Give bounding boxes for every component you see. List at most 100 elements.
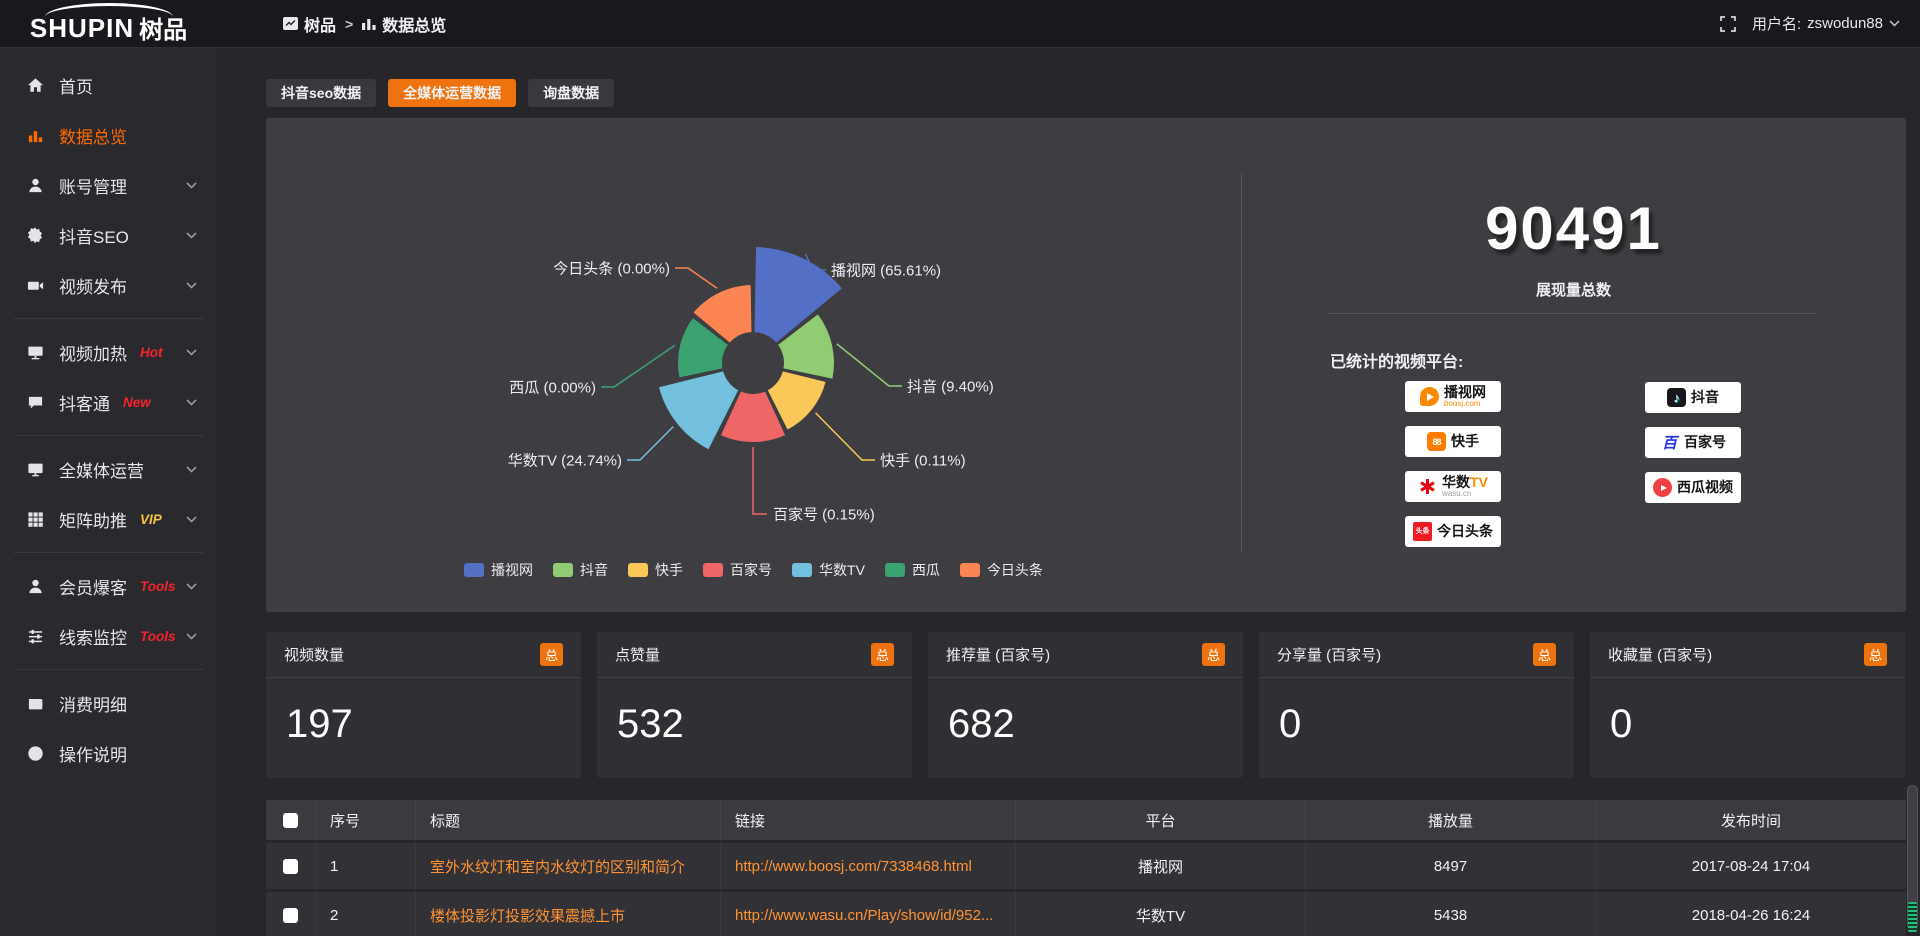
platform-badge-华数TV: 华数TVwasu.cn xyxy=(1405,471,1501,502)
sidebar-item-消费明细[interactable]: 消费明细 xyxy=(0,678,217,728)
sidebar-item-账号管理[interactable]: 账号管理 xyxy=(0,160,217,210)
sidebar-item-badge: Hot xyxy=(140,345,163,360)
card-value: 682 xyxy=(928,678,1243,747)
row-checkbox[interactable] xyxy=(283,859,298,874)
video-title-link[interactable]: 室外水纹灯和室内水纹灯的区别和简介 xyxy=(430,856,685,877)
cell-time: 2017-08-24 17:04 xyxy=(1596,843,1906,889)
sidebar-item-视频发布[interactable]: 视频发布 xyxy=(0,260,217,310)
breadcrumb-item[interactable]: 数据总览 xyxy=(362,12,446,36)
cell-platform: 华数TV xyxy=(1016,892,1306,936)
column-header-序号: 序号 xyxy=(316,800,416,840)
sidebar-divider xyxy=(14,435,203,436)
kuaishou-logo-icon: 88 xyxy=(1427,432,1446,451)
boosj-logo-icon xyxy=(1420,387,1439,406)
video-table: 序号标题链接平台播放量发布时间1室外水纹灯和室内水纹灯的区别和简介http://… xyxy=(266,800,1906,936)
cell-index: 2 xyxy=(316,892,416,936)
legend-item-百家号[interactable]: 百家号 xyxy=(703,560,772,580)
sidebar-item-label: 线索监控 xyxy=(59,624,127,649)
select-all-checkbox[interactable] xyxy=(283,813,298,828)
sidebar-item-label: 账号管理 xyxy=(59,173,127,198)
sidebar: 首页数据总览账号管理抖音SEO 视频发布视频加热 Hot 抖客通New 全媒体运营矩阵助… xyxy=(0,48,217,936)
legend-item-今日头条[interactable]: 今日头条 xyxy=(960,560,1043,580)
platform-badge-今日头条: 头条今日头条 xyxy=(1405,516,1501,547)
sidebar-item-会员爆客[interactable]: 会员爆客Tools xyxy=(0,561,217,611)
legend-label: 华数TV xyxy=(819,560,865,580)
tab-全媒体运营数据[interactable]: 全媒体运营数据 xyxy=(388,79,516,107)
sidebar-item-label: 首页 xyxy=(59,73,93,98)
pie-svg xyxy=(266,118,1241,612)
legend-label: 百家号 xyxy=(730,560,772,580)
chevron-down-icon xyxy=(1889,20,1900,27)
sidebar-item-线索监控[interactable]: 线索监控Tools xyxy=(0,611,217,661)
legend-item-播视网[interactable]: 播视网 xyxy=(464,560,533,580)
stat-card-点赞量: 点赞量总532 xyxy=(597,632,912,778)
video-url-link[interactable]: http://www.boosj.com/7338468.html xyxy=(735,858,972,875)
toutiao-logo-icon: 头条 xyxy=(1413,522,1432,541)
doc-chart-icon xyxy=(283,17,298,30)
card-value: 532 xyxy=(597,678,912,747)
svg-text:?: ? xyxy=(32,748,38,759)
rose-pie-chart: 播视网抖音快手百家号华数TV西瓜今日头条 播视网 (65.61%)抖音 (9.4… xyxy=(266,118,1241,612)
sidebar-item-label: 视频发布 xyxy=(59,273,127,298)
app-root: SHUPIN 树品 树品>数据总览 用户名: zswodun88 首页数据总览账… xyxy=(0,0,1920,936)
cell-time: 2018-04-26 16:24 xyxy=(1596,892,1906,936)
column-header-标题: 标题 xyxy=(416,800,721,840)
chevron-down-icon xyxy=(186,460,197,478)
username-label: 用户名: xyxy=(1752,13,1801,34)
card-total-badge: 总 xyxy=(540,643,563,666)
pie-label-播视网: 播视网 (65.61%) xyxy=(831,260,941,281)
stat-card-视频数量: 视频数量总197 xyxy=(266,632,581,778)
sidebar-item-抖音SEO[interactable]: 抖音SEO xyxy=(0,210,217,260)
legend-item-西瓜[interactable]: 西瓜 xyxy=(885,560,940,580)
sidebar-item-label: 消费明细 xyxy=(59,691,127,716)
pie-label-line xyxy=(601,345,675,387)
xigua-logo-icon xyxy=(1653,478,1672,497)
sidebar-item-视频加热[interactable]: 视频加热 Hot xyxy=(0,327,217,377)
scrollbar-indicator xyxy=(1908,902,1917,932)
legend-item-快手[interactable]: 快手 xyxy=(628,560,683,580)
sidebar-item-badge: VIP xyxy=(140,512,162,527)
platform-badge-百家号: 百百家号 xyxy=(1645,427,1741,458)
video-url-link[interactable]: http://www.wasu.cn/Play/show/id/952... xyxy=(735,907,993,924)
pie-label-西瓜: 西瓜 (0.00%) xyxy=(376,377,596,398)
summary-rule xyxy=(1328,313,1815,314)
total-impressions-label: 展现量总数 xyxy=(1241,279,1906,300)
platform-badge-播视网: 播视网boosj.com xyxy=(1405,381,1501,412)
fullscreen-icon[interactable] xyxy=(1720,16,1736,32)
screen-icon xyxy=(24,344,46,361)
sidebar-item-全媒体运营[interactable]: 全媒体运营 xyxy=(0,444,217,494)
sidebar-item-操作说明[interactable]: ?操作说明 xyxy=(0,728,217,778)
card-total-badge: 总 xyxy=(871,643,894,666)
card-title: 推荐量 (百家号) xyxy=(946,644,1050,665)
legend-item-华数TV[interactable]: 华数TV xyxy=(792,560,865,580)
username-value: zswodun88 xyxy=(1807,15,1883,32)
cell-plays: 5438 xyxy=(1306,892,1596,936)
pie-label-line xyxy=(816,413,875,460)
total-impressions-value: 90491 xyxy=(1241,200,1906,258)
video-title-link[interactable]: 楼体投影灯投影效果震撼上市 xyxy=(430,905,625,926)
breadcrumb-item[interactable]: 树品 xyxy=(283,12,336,36)
pie-label-快手: 快手 (0.11%) xyxy=(880,450,966,471)
legend-swatch xyxy=(553,563,573,577)
user-menu[interactable]: 用户名: zswodun88 xyxy=(1752,13,1900,34)
chart-legend: 播视网抖音快手 百家号 华数TV 西瓜今日头条 xyxy=(266,560,1241,580)
sidebar-item-抖客通[interactable]: 抖客通New xyxy=(0,377,217,427)
wallet-icon xyxy=(24,695,46,712)
sidebar-item-label: 视频加热 xyxy=(59,340,127,365)
row-checkbox[interactable] xyxy=(283,908,298,923)
pie-label-line xyxy=(627,427,673,460)
tab-抖音seo数据[interactable]: 抖音seo数据 xyxy=(266,79,376,107)
chevron-down-icon xyxy=(186,276,197,294)
sidebar-item-首页[interactable]: 首页 xyxy=(0,60,217,110)
sliders-icon xyxy=(24,628,46,645)
tab-询盘数据[interactable]: 询盘数据 xyxy=(528,79,614,107)
card-value: 0 xyxy=(1259,678,1574,747)
topbar: SHUPIN 树品 树品>数据总览 用户名: zswodun88 xyxy=(0,0,1920,48)
sidebar-item-矩阵助推[interactable]: 矩阵助推VIP xyxy=(0,494,217,544)
legend-item-抖音[interactable]: 抖音 xyxy=(553,560,608,580)
legend-swatch xyxy=(792,563,812,577)
legend-swatch xyxy=(628,563,648,577)
bar-chart-icon xyxy=(362,17,376,30)
breadcrumb-separator: > xyxy=(345,16,353,32)
sidebar-item-数据总览[interactable]: 数据总览 xyxy=(0,110,217,160)
